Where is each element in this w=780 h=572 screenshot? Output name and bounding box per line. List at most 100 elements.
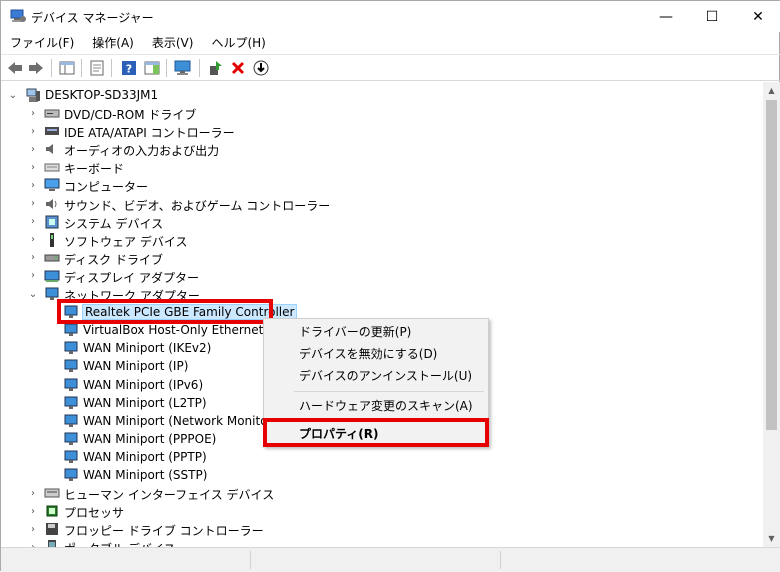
download-circle-icon (253, 60, 269, 76)
tree-category[interactable]: › DVD/CD-ROM ドライブ (1, 104, 401, 123)
action-pane-button[interactable] (142, 58, 162, 78)
chevron-right-icon[interactable]: › (28, 506, 38, 517)
chevron-right-icon[interactable]: › (28, 162, 38, 173)
menu-view[interactable]: 表示(V) (143, 32, 203, 54)
menu-action[interactable]: 操作(A) (83, 32, 143, 54)
minimize-button[interactable]: — (643, 1, 689, 32)
tree-category[interactable]: ›ポータブル デバイス (1, 538, 401, 547)
scroll-down-icon[interactable]: ▼ (763, 530, 780, 547)
device-manager-icon (10, 9, 26, 22)
category-label: オーディオの入力および出力 (64, 144, 220, 159)
maximize-icon: ☐ (705, 8, 719, 25)
chevron-right-icon[interactable]: › (28, 180, 38, 191)
network-adapter-icon (64, 468, 78, 481)
network-adapter-icon (64, 359, 78, 373)
tree-category[interactable]: › IDE ATA/ATAPI コントローラー (1, 122, 401, 141)
chevron-right-icon[interactable]: › (28, 144, 38, 155)
dvd-drive-icon (44, 109, 60, 118)
svg-text:?: ? (126, 63, 132, 76)
tree-category[interactable]: › ディスク ドライブ (1, 249, 401, 267)
tree-category[interactable]: › システム デバイス (1, 213, 401, 231)
tree-category[interactable]: › コンピューター (1, 176, 401, 194)
chevron-right-icon[interactable]: › (28, 108, 38, 119)
status-segment (1, 551, 251, 569)
chevron-right-icon[interactable]: › (28, 126, 38, 137)
update-driver-button[interactable] (206, 58, 226, 78)
category-label: システム デバイス (64, 216, 164, 231)
tree-category[interactable]: › プロセッサ (1, 502, 401, 520)
tree-category[interactable]: › ヒューマン インターフェイス デバイス (1, 484, 401, 503)
category-label: IDE ATA/ATAPI コントローラー (64, 126, 235, 141)
chevron-down-icon[interactable]: ⌄ (8, 90, 18, 101)
network-adapter-icon (64, 378, 78, 391)
status-bar (1, 547, 780, 572)
network-adapter-icon (64, 414, 78, 427)
vertical-scrollbar[interactable]: ▲ ▼ (763, 82, 780, 547)
update-driver-icon (210, 61, 222, 75)
back-button[interactable] (5, 58, 25, 78)
network-adapter-icon (64, 432, 78, 445)
network-device-item[interactable]: WAN Miniport (SSTP) (1, 466, 401, 484)
category-label: プロセッサ (64, 506, 125, 521)
menu-file[interactable]: ファイル(F) (1, 32, 83, 54)
highlight-selected-device (57, 299, 273, 324)
chevron-right-icon[interactable]: › (28, 488, 38, 499)
category-label: ヒューマン インターフェイス デバイス (64, 488, 275, 503)
action-pane-icon (144, 61, 160, 75)
category-label: ポータブル デバイス (64, 540, 175, 547)
tree-category[interactable]: › フロッピー ドライブ コントローラー (1, 520, 401, 538)
ctx-disable-device[interactable]: デバイスを無効にする(D) (266, 343, 486, 365)
forward-button[interactable] (26, 58, 46, 78)
chevron-right-icon[interactable]: › (28, 252, 38, 263)
chevron-right-icon[interactable]: › (28, 198, 38, 209)
scan-hardware-button[interactable] (173, 58, 193, 78)
sound-icon (46, 198, 57, 209)
tree-root[interactable]: ⌄ DESKTOP-SD33JM1 (1, 86, 401, 104)
close-button[interactable]: ✕ (735, 1, 780, 32)
minimize-icon: — (659, 8, 673, 25)
speaker-icon (46, 144, 53, 155)
uninstall-button[interactable] (228, 58, 248, 78)
show-hide-tree-button[interactable] (57, 58, 77, 78)
forward-arrow-icon (29, 62, 43, 74)
menu-help[interactable]: ヘルプ(H) (202, 32, 274, 54)
computer-icon (44, 178, 60, 192)
floppy-controller-icon (46, 523, 58, 536)
ctx-scan-hardware[interactable]: ハードウェア変更のスキャン(A) (266, 395, 486, 417)
scroll-thumb[interactable] (766, 100, 777, 430)
ctx-update-driver[interactable]: ドライバーの更新(P) (266, 321, 486, 343)
chevron-right-icon[interactable]: › (28, 270, 38, 281)
network-adapter-icon (64, 396, 78, 409)
system-device-icon (45, 215, 59, 229)
title-bar: デバイス マネージャー — ☐ ✕ (1, 1, 780, 32)
category-label: DVD/CD-ROM ドライブ (64, 108, 197, 122)
network-device-item[interactable]: WAN Miniport (PPTP) (1, 448, 401, 466)
maximize-button[interactable]: ☐ (689, 1, 735, 32)
category-label: フロッピー ドライブ コントローラー (64, 524, 264, 539)
network-device-label: WAN Miniport (Network Monitor) (83, 413, 278, 428)
help-button[interactable]: ? (119, 58, 139, 78)
computer-icon (26, 88, 40, 102)
properties-toolbar-button[interactable] (87, 58, 107, 78)
chevron-down-icon[interactable]: ⌄ (28, 289, 38, 300)
tree-category[interactable]: › キーボード (1, 158, 401, 177)
red-x-icon (231, 61, 245, 75)
chevron-right-icon[interactable]: › (28, 216, 38, 227)
monitor-scan-icon (174, 60, 191, 75)
category-label: ソフトウェア デバイス (64, 234, 188, 249)
network-adapter-icon (64, 341, 78, 355)
category-label: キーボード (64, 162, 125, 177)
tree-category[interactable]: › ディスプレイ アダプター (1, 267, 401, 285)
scroll-up-icon[interactable]: ▲ (763, 82, 780, 99)
tree-category[interactable]: › ソフトウェア デバイス (1, 231, 401, 249)
enable-device-button[interactable] (251, 58, 271, 78)
toolbar: ? (1, 54, 780, 81)
software-device-icon (50, 232, 54, 247)
chevron-right-icon[interactable]: › (28, 234, 38, 245)
tree-category[interactable]: › サウンド、ビデオ、およびゲーム コントローラー (1, 195, 401, 213)
chevron-right-icon[interactable]: › (28, 524, 38, 535)
ctx-uninstall-device[interactable]: デバイスのアンインストール(U) (266, 365, 486, 387)
network-adapter-icon (64, 323, 78, 337)
tree-category[interactable]: › オーディオの入力および出力 (1, 140, 401, 159)
properties-icon (90, 60, 104, 76)
